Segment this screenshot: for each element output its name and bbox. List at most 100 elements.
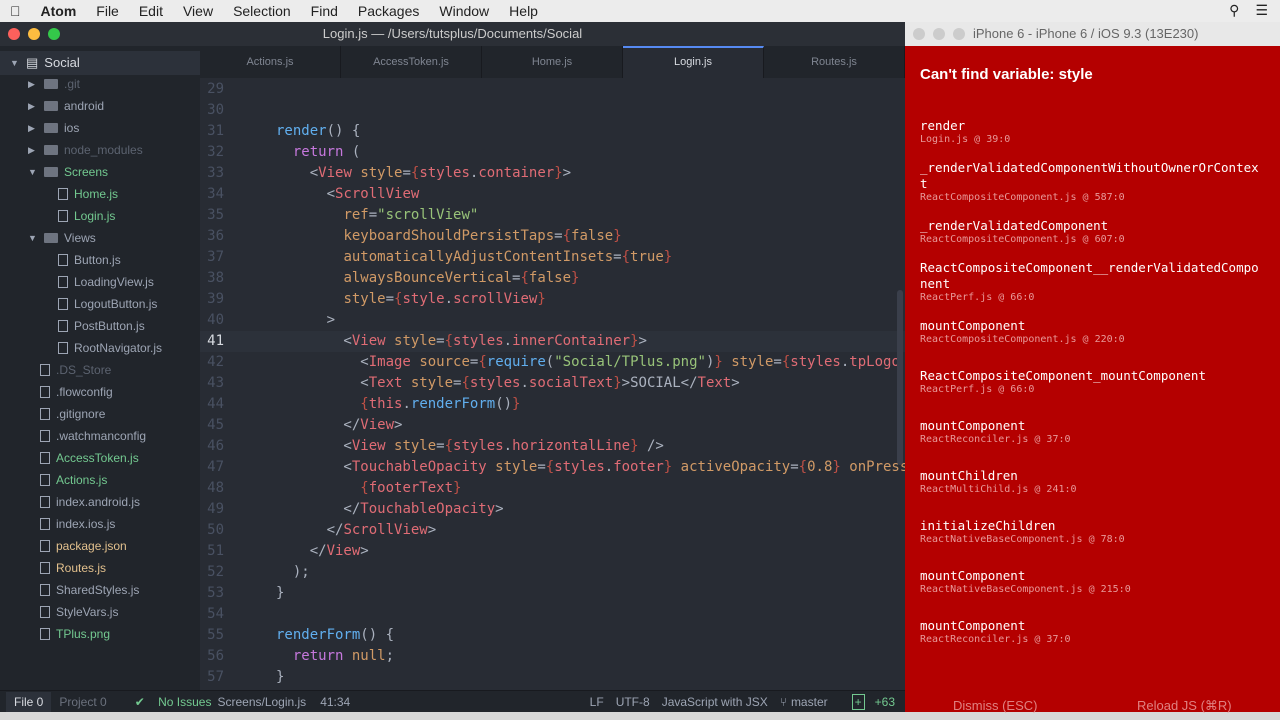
- tree-item[interactable]: .watchmanconfig: [40, 425, 146, 447]
- tree-item[interactable]: ▼ ▤ Social: [0, 51, 200, 75]
- line-ending[interactable]: LF: [590, 695, 604, 709]
- tree-item[interactable]: RootNavigator.js: [58, 337, 162, 359]
- menu-view[interactable]: View: [173, 3, 223, 19]
- tree-item[interactable]: ▶ .git: [28, 73, 80, 95]
- code-line[interactable]: 49 </TouchableOpacity>: [200, 499, 905, 520]
- menu-selection[interactable]: Selection: [223, 3, 301, 19]
- code-line[interactable]: 54: [200, 604, 905, 625]
- tree-item[interactable]: StyleVars.js: [40, 601, 118, 623]
- zoom-button[interactable]: [953, 28, 965, 40]
- stack-frame[interactable]: _renderValidatedComponent ReactCompositeC…: [920, 218, 1265, 245]
- list-icon[interactable]: ☰: [1255, 2, 1268, 19]
- menu-help[interactable]: Help: [499, 3, 548, 19]
- tree-item[interactable]: TPlus.png: [40, 623, 110, 645]
- tree-item[interactable]: Login.js: [58, 205, 115, 227]
- code-line[interactable]: 33 <View style={styles.container}>: [200, 163, 905, 184]
- file-path[interactable]: Screens/Login.js: [217, 695, 306, 709]
- menu-file[interactable]: File: [86, 3, 129, 19]
- tree-item[interactable]: .DS_Store: [40, 359, 111, 381]
- linter-status[interactable]: ✔ No Issues: [125, 695, 212, 709]
- zoom-button[interactable]: [48, 28, 60, 40]
- menu-app[interactable]: Atom: [31, 3, 87, 19]
- dismiss-button[interactable]: Dismiss (ESC): [953, 698, 1038, 713]
- code-editor[interactable]: 29 30 31 render() {32 return (33 <View styl…: [200, 78, 905, 690]
- code-line[interactable]: 48 {footerText}: [200, 478, 905, 499]
- search-icon[interactable]: ⚲: [1229, 2, 1239, 19]
- menu-packages[interactable]: Packages: [348, 3, 429, 19]
- grammar[interactable]: JavaScript with JSX: [662, 695, 768, 709]
- tree-item[interactable]: ▶ android: [28, 95, 104, 117]
- tree-item[interactable]: ▶ node_modules: [28, 139, 143, 161]
- tab-home-js[interactable]: Home.js: [482, 46, 623, 78]
- code-line[interactable]: 31 render() {: [200, 121, 905, 142]
- code-line[interactable]: 41 <View style={styles.innerContainer}>: [200, 331, 905, 352]
- tree-item[interactable]: ▶ ios: [28, 117, 79, 139]
- stack-frame[interactable]: _renderValidatedComponentWithoutOwnerOrC…: [920, 160, 1265, 203]
- code-line[interactable]: 53}: [200, 583, 905, 604]
- code-line[interactable]: 50 </ScrollView>: [200, 520, 905, 541]
- code-line[interactable]: 57}: [200, 667, 905, 688]
- git-branch[interactable]: master: [791, 695, 828, 709]
- code-line[interactable]: 42 <Image source = {require("Social/TPlus.…: [200, 352, 905, 373]
- close-button[interactable]: [8, 28, 20, 40]
- code-line[interactable]: 55 renderForm() {: [200, 625, 905, 646]
- tree-item[interactable]: SharedStyles.js: [40, 579, 139, 601]
- tab-routes-js[interactable]: Routes.js: [764, 46, 905, 78]
- tree-item[interactable]: index.ios.js: [40, 513, 115, 535]
- tree-item[interactable]: .flowconfig: [40, 381, 113, 403]
- tab-accesstoken-js[interactable]: AccessToken.js: [341, 46, 482, 78]
- code-line[interactable]: 34 <ScrollView: [200, 184, 905, 205]
- code-line[interactable]: 51 </View>: [200, 541, 905, 562]
- code-line[interactable]: 39 style={style.scrollView}: [200, 289, 905, 310]
- cursor-position[interactable]: 41:34: [320, 695, 350, 709]
- tab-actions-js[interactable]: Actions.js: [200, 46, 341, 78]
- stack-frame[interactable]: mountComponent ReactNativeBaseComponent.j…: [920, 568, 1265, 595]
- git-diff[interactable]: + +63: [842, 693, 895, 710]
- code-line[interactable]: 36 keyboardShouldPersistTaps={false}: [200, 226, 905, 247]
- stack-frame[interactable]: render Login.js @ 39:0: [920, 118, 1265, 145]
- encoding[interactable]: UTF-8: [616, 695, 650, 709]
- stack-frame[interactable]: ReactCompositeComponent__renderValidated…: [920, 260, 1265, 303]
- minimize-button[interactable]: [933, 28, 945, 40]
- stack-frame[interactable]: mountComponent ReactCompositeComponent.js…: [920, 318, 1265, 345]
- reload-button[interactable]: Reload JS (⌘R): [1137, 698, 1232, 714]
- tree-item[interactable]: LogoutButton.js: [58, 293, 157, 315]
- code-line[interactable]: 38 alwaysBounceVertical={false}: [200, 268, 905, 289]
- tree-item[interactable]: Button.js: [58, 249, 121, 271]
- tree-item[interactable]: .gitignore: [40, 403, 105, 425]
- tree-item[interactable]: Actions.js: [40, 469, 107, 491]
- tree-item[interactable]: Home.js: [58, 183, 118, 205]
- minimize-button[interactable]: [28, 28, 40, 40]
- project-count[interactable]: Project 0: [51, 692, 114, 712]
- tree-item[interactable]: LoadingView.js: [58, 271, 154, 293]
- menu-edit[interactable]: Edit: [129, 3, 173, 19]
- menu-find[interactable]: Find: [301, 3, 348, 19]
- code-line[interactable]: 29: [200, 79, 905, 100]
- close-button[interactable]: [913, 28, 925, 40]
- stack-frame[interactable]: initializeChildren ReactNativeBaseCompone…: [920, 518, 1265, 545]
- stack-frame[interactable]: mountChildren ReactMultiChild.js @ 241:0: [920, 468, 1265, 495]
- code-line[interactable]: 35 ref="scrollView": [200, 205, 905, 226]
- code-line[interactable]: 45 </View>: [200, 415, 905, 436]
- code-line[interactable]: 52 );: [200, 562, 905, 583]
- tree-item[interactable]: Routes.js: [40, 557, 106, 579]
- tree-item[interactable]: ▼ Views: [28, 227, 96, 249]
- tree-item[interactable]: AccessToken.js: [40, 447, 139, 469]
- stack-frame[interactable]: mountComponent ReactReconciler.js @ 37:0: [920, 618, 1265, 645]
- stack-frame[interactable]: ReactCompositeComponent_mountComponent Re…: [920, 368, 1265, 395]
- code-line[interactable]: 44 {this.renderForm()}: [200, 394, 905, 415]
- menu-window[interactable]: Window: [429, 3, 499, 19]
- code-line[interactable]: 40 >: [200, 310, 905, 331]
- tree-item[interactable]: package.json: [40, 535, 127, 557]
- file-count[interactable]: File 0: [6, 691, 52, 712]
- tree-item[interactable]: PostButton.js: [58, 315, 145, 337]
- code-line[interactable]: 56 return null;: [200, 646, 905, 667]
- tab-login-js[interactable]: Login.js: [623, 46, 764, 78]
- code-line[interactable]: 47 <TouchableOpacity style={styles.foote…: [200, 457, 905, 478]
- tree-item[interactable]: ▼ Screens: [28, 161, 108, 183]
- apple-icon[interactable]: : [0, 3, 31, 19]
- code-line[interactable]: 43 <Text style={styles.socialText}>SOCIA…: [200, 373, 905, 394]
- code-line[interactable]: 37 automaticallyAdjustContentInsets={tru…: [200, 247, 905, 268]
- code-line[interactable]: 46 <View style={styles.horizontalLine} /…: [200, 436, 905, 457]
- stack-frame[interactable]: mountComponent ReactReconciler.js @ 37:0: [920, 418, 1265, 445]
